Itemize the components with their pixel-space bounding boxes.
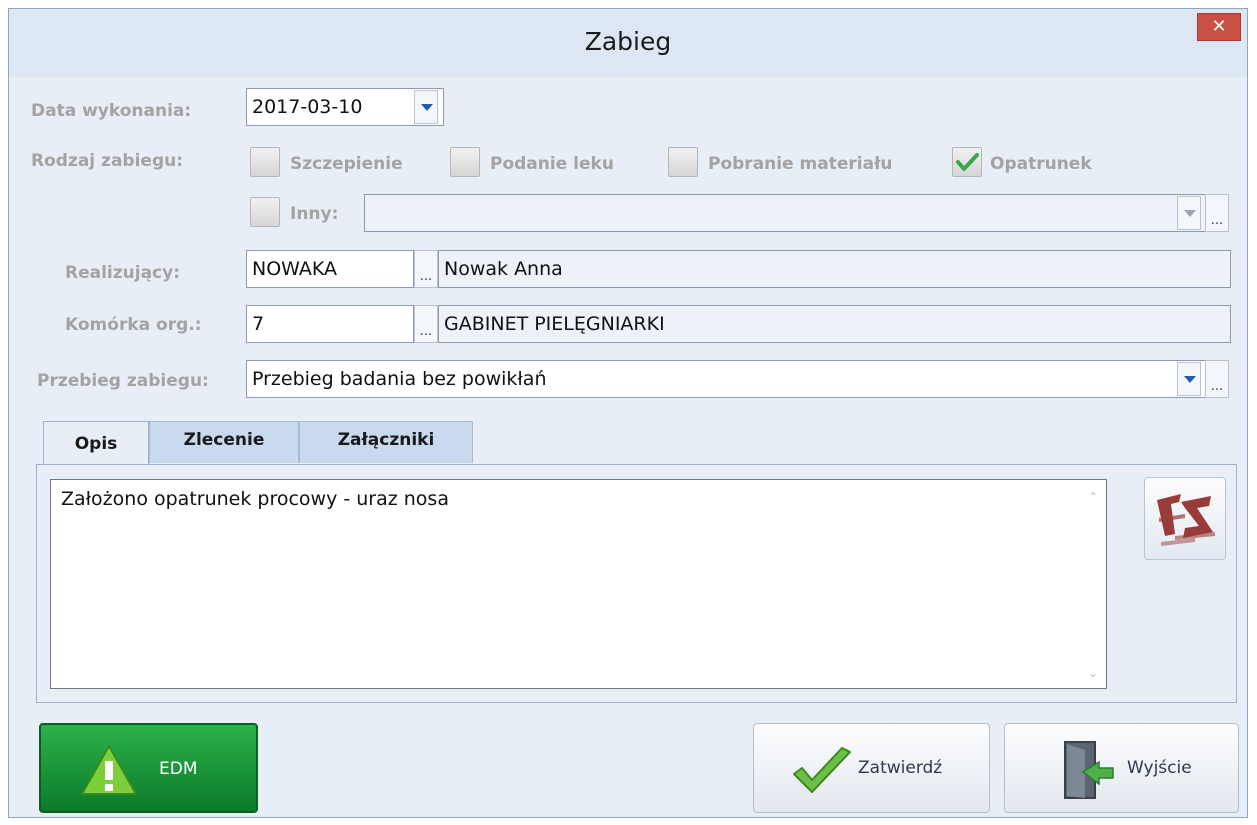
window-title: Zabieg [584, 27, 672, 56]
date-value: 2017-03-10 [252, 96, 363, 118]
performer-code-input[interactable]: NOWAKA [246, 250, 414, 288]
date-dropdown-button[interactable] [414, 90, 438, 124]
date-label: Data wykonania: [31, 101, 192, 121]
text-templates-button[interactable] [1144, 477, 1226, 560]
checkbox-inny-label: Inny: [290, 204, 339, 224]
other-dropdown-button[interactable] [1177, 196, 1201, 230]
title-bar: Zabieg ✕ [9, 9, 1247, 77]
tab-panel-opis: Założono opatrunek procowy - uraz nosa ⌃… [36, 464, 1237, 703]
exit-button[interactable]: Wyjście [1004, 723, 1239, 813]
close-button[interactable]: ✕ [1197, 13, 1241, 41]
close-icon: ✕ [1211, 16, 1227, 37]
description-text: Założono opatrunek procowy - uraz nosa [61, 488, 449, 510]
checkbox-szczepienie[interactable] [250, 147, 280, 177]
scroll-up-icon[interactable]: ⌃ [1086, 490, 1100, 504]
exit-button-label: Wyjście [1127, 758, 1192, 778]
ellipsis-icon: ... [419, 324, 433, 339]
performer-label: Realizujący: [65, 263, 180, 283]
checkbox-podanie-leku[interactable] [450, 147, 480, 177]
chevron-down-icon [421, 104, 433, 111]
door-exit-icon [1064, 741, 1114, 799]
other-procedure-input[interactable] [364, 194, 1207, 232]
ellipsis-icon: ... [1210, 213, 1224, 228]
checkbox-inny[interactable] [250, 197, 280, 227]
course-browse-button[interactable]: ... [1205, 360, 1229, 398]
tab-opis[interactable]: Opis [43, 421, 149, 465]
course-label: Przebieg zabiegu: [37, 371, 209, 391]
checkmark-icon [793, 747, 851, 793]
checkbox-podanie-leku-label: Podanie leku [490, 154, 614, 174]
tab-zalaczniki[interactable]: Załączniki [299, 421, 473, 463]
checkbox-pobranie-materialu[interactable] [668, 147, 698, 177]
confirm-button-label: Zatwierdź [858, 758, 943, 778]
dialog-window: Zabieg ✕ Data wykonania: 2017-03-10 Rodz… [8, 8, 1248, 818]
checkbox-opatrunek[interactable] [952, 147, 982, 177]
ellipsis-icon: ... [419, 269, 433, 284]
course-input[interactable]: Przebieg badania bez powikłań [246, 360, 1207, 398]
unit-code-input[interactable]: 7 [246, 305, 414, 343]
performer-code-value: NOWAKA [252, 258, 338, 280]
procedure-type-label: Rodzaj zabiegu: [31, 151, 184, 171]
unit-name-value: GABINET PIELĘGNIARKI [444, 313, 665, 335]
course-dropdown-button[interactable] [1177, 362, 1201, 396]
warning-icon [80, 743, 138, 795]
performer-name-field: Nowak Anna [438, 250, 1231, 288]
unit-code-value: 7 [252, 313, 265, 335]
checkbox-szczepienie-label: Szczepienie [290, 154, 403, 174]
description-textarea[interactable]: Założono opatrunek procowy - uraz nosa ⌃… [50, 479, 1107, 689]
chevron-down-icon [1184, 210, 1196, 217]
tab-zlecenie[interactable]: Zlecenie [149, 421, 299, 463]
performer-name-value: Nowak Anna [444, 258, 563, 280]
scroll-down-icon[interactable]: ⌄ [1086, 666, 1100, 680]
checkbox-opatrunek-label: Opatrunek [990, 154, 1092, 174]
edm-button-label: EDM [159, 759, 198, 779]
confirm-button[interactable]: Zatwierdź [753, 723, 990, 813]
other-browse-button[interactable]: ... [1205, 194, 1229, 232]
edm-button[interactable]: EDM [39, 723, 258, 813]
checkbox-pobranie-materialu-label: Pobranie materiału [708, 154, 893, 174]
checkmark-icon [956, 153, 979, 171]
unit-label: Komórka org.: [65, 315, 202, 335]
unit-browse-button[interactable]: ... [414, 305, 438, 343]
unit-name-field: GABINET PIELĘGNIARKI [438, 305, 1231, 343]
course-value: Przebieg badania bez powikłań [252, 368, 547, 390]
text-template-icon [1157, 494, 1215, 546]
performer-browse-button[interactable]: ... [414, 250, 438, 288]
ellipsis-icon: ... [1210, 379, 1224, 394]
chevron-down-icon [1184, 376, 1196, 383]
